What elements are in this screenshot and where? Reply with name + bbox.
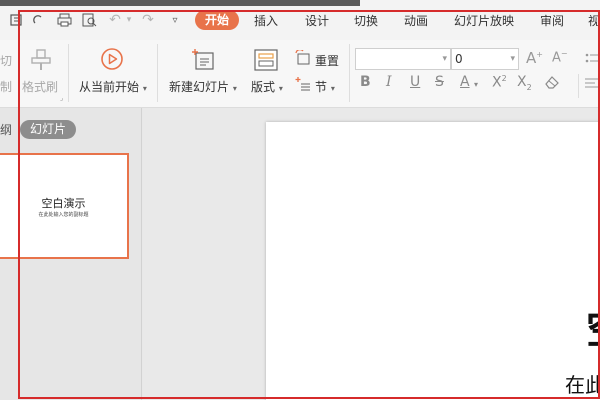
- tab-animations[interactable]: 动画: [404, 12, 428, 29]
- slide-subtitle-placeholder[interactable]: 在此: [565, 369, 600, 398]
- layout-icon: [254, 49, 278, 74]
- slide-panel: 纲 幻灯片 空白演示 在此处输入您的副标题: [0, 108, 142, 400]
- layout-label: 版式: [251, 80, 276, 94]
- tab-slideshow[interactable]: 幻灯片放映: [454, 12, 514, 29]
- tab-outline[interactable]: 纲: [0, 121, 12, 138]
- font-size-value: 0: [455, 52, 463, 66]
- tab-home[interactable]: 开始: [195, 10, 239, 30]
- align-icon[interactable]: [585, 78, 599, 93]
- section-icon: [295, 76, 311, 95]
- tab-slides[interactable]: 幻灯片: [20, 120, 76, 139]
- play-from-current-button[interactable]: 从当前开始 ▾: [79, 78, 147, 95]
- section-button[interactable]: 节 ▾: [315, 78, 335, 95]
- copy-button[interactable]: 制: [0, 78, 12, 95]
- print-icon[interactable]: [55, 11, 73, 29]
- cut-button[interactable]: 切: [0, 52, 12, 69]
- format-painter-icon: [29, 48, 53, 75]
- tab-view[interactable]: 视: [588, 12, 600, 29]
- menu-bar: ↶ ▾ ↷ ▿ 开始 插入 设计 切换 动画 幻灯片放映 审阅 视: [0, 0, 600, 40]
- strikethrough-icon[interactable]: S: [435, 74, 444, 90]
- font-name-select[interactable]: ▾: [355, 48, 451, 70]
- font-size-select[interactable]: 0 ▾: [451, 48, 519, 70]
- decrease-font-icon[interactable]: A−: [552, 49, 568, 65]
- thumbnail-subtitle: 在此处输入您的副标题: [38, 212, 89, 218]
- italic-icon[interactable]: I: [386, 74, 392, 90]
- chevron-down-icon: ▾: [510, 54, 515, 64]
- play-icon: [100, 47, 124, 74]
- tab-insert[interactable]: 插入: [254, 12, 278, 29]
- ribbon-divider: [157, 44, 158, 102]
- reset-icon: [295, 48, 311, 69]
- new-slide-label: 新建幻灯片: [169, 80, 230, 94]
- play-from-current-label: 从当前开始: [79, 80, 140, 94]
- chevron-down-icon: ▾: [142, 84, 147, 93]
- tab-transitions[interactable]: 切换: [354, 12, 378, 29]
- underline-icon[interactable]: U: [410, 74, 420, 90]
- font-color-dropdown-icon[interactable]: ▾: [474, 80, 478, 89]
- quick-access-more-icon[interactable]: ▿: [166, 11, 184, 29]
- print-preview-icon[interactable]: [80, 11, 98, 29]
- increase-font-icon[interactable]: A+: [526, 49, 543, 67]
- tab-review[interactable]: 审阅: [540, 12, 564, 29]
- chevron-down-icon: ▾: [330, 84, 335, 93]
- reset-button[interactable]: 重置: [315, 52, 339, 69]
- window-strip: [0, 0, 360, 6]
- bold-icon[interactable]: B: [360, 74, 371, 90]
- clipboard-launcher-icon[interactable]: ⌟: [60, 94, 63, 102]
- slide-thumbnail[interactable]: 空白演示 在此处输入您的副标题: [0, 153, 129, 259]
- chevron-down-icon: ▾: [232, 84, 237, 93]
- new-slide-icon: [192, 48, 216, 75]
- ribbon-divider: [68, 44, 69, 102]
- section-label: 节: [315, 80, 328, 94]
- superscript-icon[interactable]: X2: [492, 74, 507, 91]
- thumbnail-title: 空白演示: [41, 197, 86, 210]
- new-slide-button[interactable]: 新建幻灯片 ▾: [169, 78, 237, 95]
- font-color-icon[interactable]: A: [460, 74, 470, 90]
- redo-icon[interactable]: ↷: [139, 11, 157, 29]
- redo-arrow-icon[interactable]: [30, 11, 48, 29]
- ribbon: 切 制 格式刷 ⌟ 从当前开始 ▾ 新建幻灯片 ▾ 版式 ▾ 重置 节 ▾ ▾ …: [0, 40, 600, 108]
- format-painter-button[interactable]: 格式刷: [22, 78, 58, 95]
- edit-area: 空 在此: [143, 108, 600, 400]
- chevron-down-icon: ▾: [442, 54, 447, 64]
- ribbon-divider: [578, 74, 579, 98]
- current-slide[interactable]: 空 在此: [266, 122, 600, 400]
- chevron-down-icon: ▾: [278, 84, 283, 93]
- tab-design[interactable]: 设计: [305, 12, 329, 29]
- undo-dropdown-icon[interactable]: ▾: [120, 11, 138, 29]
- ribbon-divider: [349, 44, 350, 102]
- layout-button[interactable]: 版式 ▾: [251, 78, 283, 95]
- bullet-list-icon[interactable]: [585, 52, 599, 69]
- subscript-icon[interactable]: X2: [517, 74, 532, 92]
- clear-format-icon[interactable]: [544, 75, 560, 92]
- slide-title-placeholder[interactable]: 空: [586, 297, 600, 355]
- open-icon[interactable]: [8, 11, 26, 29]
